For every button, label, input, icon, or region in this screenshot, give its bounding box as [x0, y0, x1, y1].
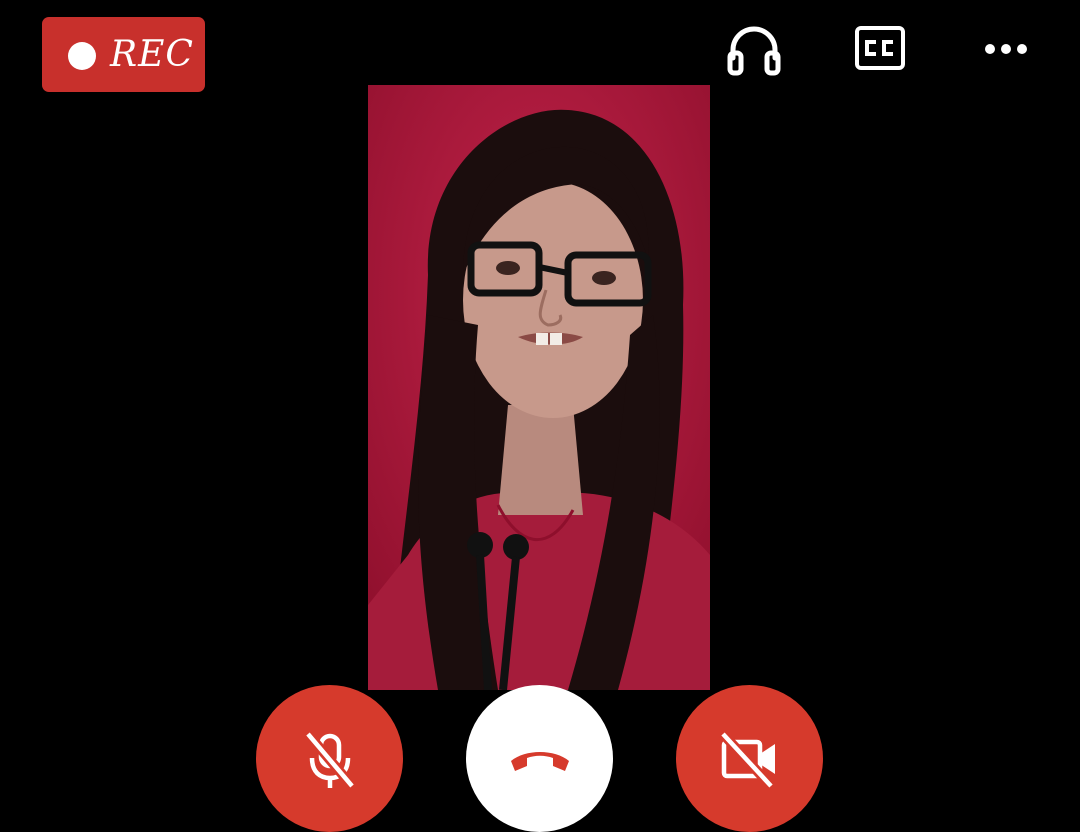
hang-up-icon [510, 752, 569, 771]
end-call-button[interactable] [466, 685, 613, 832]
headphones-icon[interactable] [725, 20, 783, 78]
video-person-image [368, 85, 710, 690]
video-feed [368, 85, 710, 690]
closed-captions-icon[interactable] [853, 24, 907, 72]
video-off-icon [718, 730, 775, 790]
recording-label: REC [110, 34, 194, 75]
more-options-icon[interactable] [980, 35, 1032, 63]
mute-mic-button[interactable] [256, 685, 403, 832]
toggle-camera-button[interactable] [676, 685, 823, 832]
mic-off-icon [303, 730, 356, 790]
record-dot-icon [68, 42, 96, 70]
recording-badge[interactable]: REC [42, 17, 205, 92]
